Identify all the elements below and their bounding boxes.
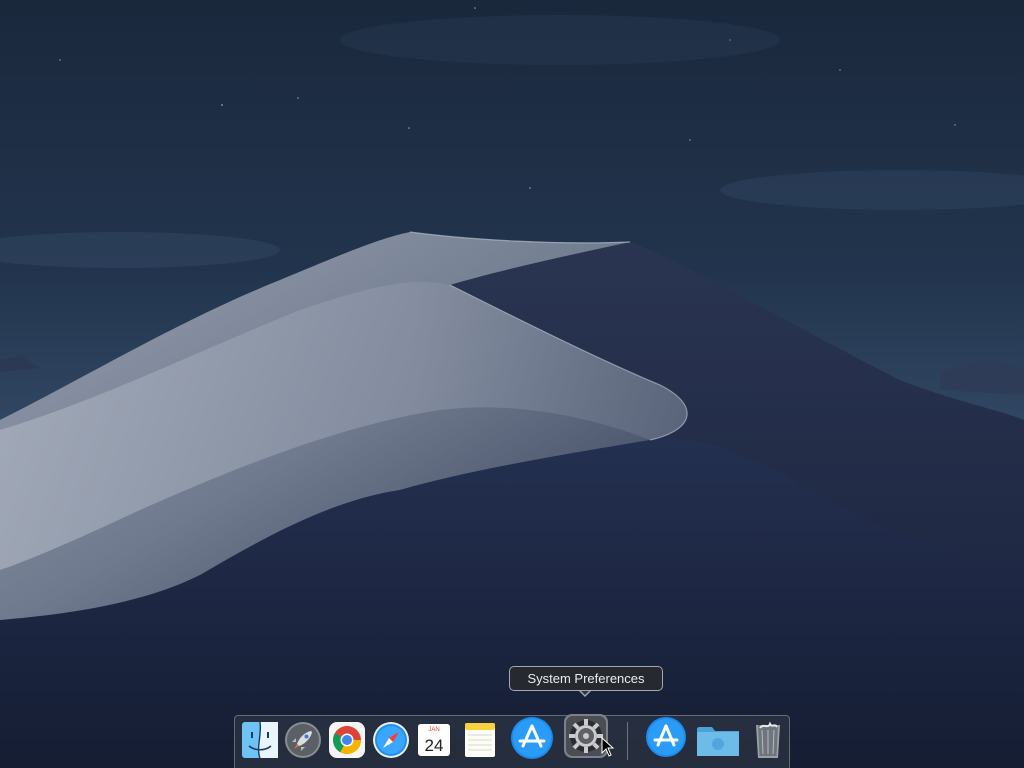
dock-item-chrome[interactable] — [327, 720, 367, 760]
finder-icon — [242, 721, 278, 759]
dock-item-launchpad[interactable] — [283, 720, 323, 760]
dock-tooltip: System Preferences — [509, 666, 663, 691]
desktop-wallpaper — [0, 0, 1024, 768]
folder-icon — [697, 727, 739, 756]
app-store-icon — [646, 717, 686, 757]
dock-item-app-store-download[interactable] — [645, 714, 687, 758]
calendar-month: JAN — [428, 727, 439, 733]
dock-item-safari[interactable] — [371, 720, 411, 760]
notes-icon — [465, 723, 495, 757]
dock-item-notes[interactable] — [460, 720, 500, 760]
trash-icon — [756, 721, 780, 758]
dock-item-app-store[interactable] — [510, 716, 554, 760]
chrome-icon — [329, 722, 365, 758]
dock-item-calendar[interactable]: JAN 24 — [414, 720, 454, 760]
desktop: System Preferences JAN 24 — [0, 0, 1024, 768]
dock-item-downloads-folder[interactable] — [695, 720, 741, 760]
safari-compass-icon — [373, 722, 409, 758]
app-store-icon — [511, 717, 553, 759]
calendar-day: 24 — [425, 736, 444, 755]
dock-item-finder[interactable] — [240, 720, 280, 760]
calendar-icon: JAN 24 — [418, 724, 450, 756]
dock-separator — [627, 722, 628, 760]
launchpad-rocket-icon — [285, 722, 321, 758]
dock-item-trash[interactable] — [748, 720, 788, 760]
mouse-pointer-icon — [601, 737, 615, 757]
